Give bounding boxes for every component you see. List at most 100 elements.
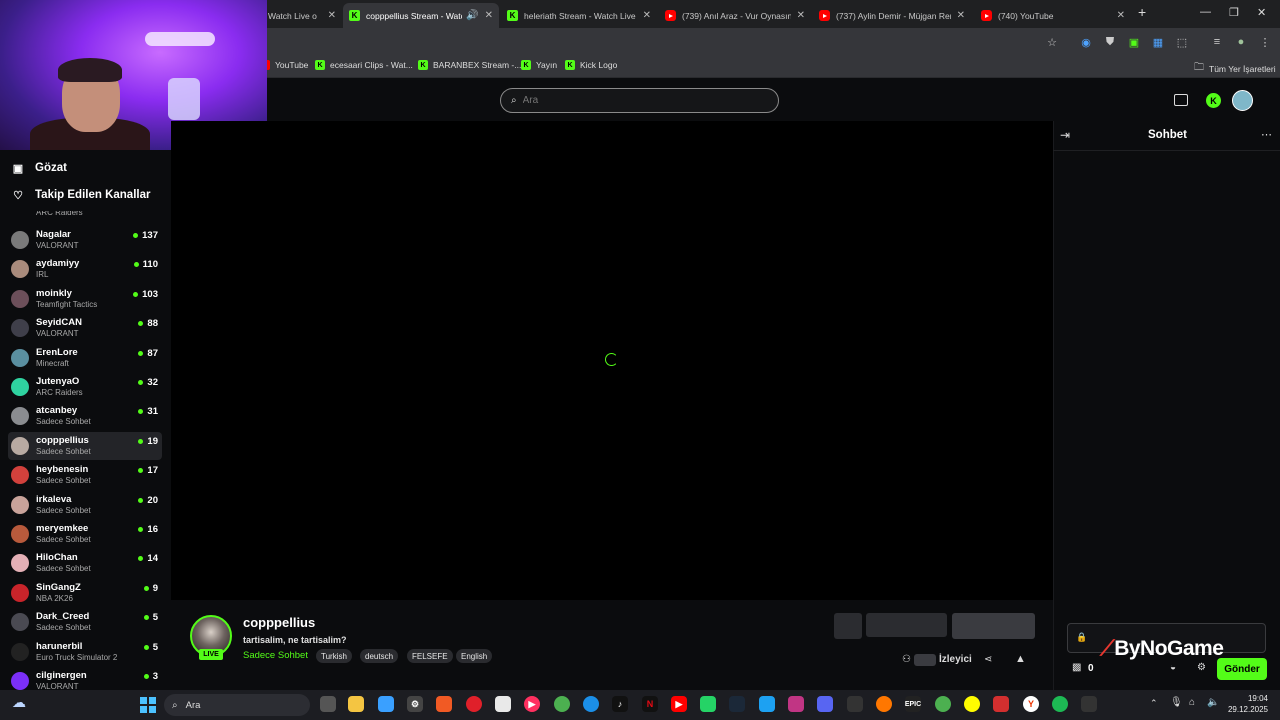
sidebar-channel-item[interactable]: cilginergen VALORANT 3 (8, 667, 162, 695)
kick-points-icon[interactable]: K (1206, 93, 1221, 108)
bookmark-item[interactable]: K ecesaari Clips - Wat... (315, 60, 413, 70)
copilot-icon[interactable] (378, 696, 394, 712)
volume-icon[interactable]: 🔈 (1207, 697, 1219, 708)
microphone-icon[interactable]: 🎙 (1170, 697, 1183, 708)
stream-tag[interactable]: English (456, 649, 493, 663)
close-icon[interactable]: ✕ (643, 10, 651, 21)
instagram-icon[interactable] (788, 696, 804, 712)
report-icon[interactable]: ▲ (1015, 653, 1026, 665)
loading-button-placeholder[interactable] (866, 613, 947, 637)
mcafee-icon[interactable] (993, 696, 1009, 712)
share-icon[interactable]: ⋖ (984, 654, 992, 665)
whatsapp-icon[interactable] (700, 696, 716, 712)
file-explorer-icon[interactable] (348, 696, 364, 712)
netflix-icon[interactable]: N (642, 696, 658, 712)
stream-tag[interactable]: FELSEFE (407, 649, 453, 663)
streamer-name[interactable]: copppellius (243, 615, 315, 630)
close-icon[interactable]: ✕ (797, 10, 805, 21)
chat-menu-icon[interactable]: ⋯ (1261, 128, 1272, 141)
all-bookmarks-button[interactable]: 🗀 Tüm Yer İşaretleri (1194, 60, 1276, 77)
stream-tag[interactable]: Turkish (316, 649, 352, 663)
sidebar-following[interactable]: ♡ Takip Edilen Kanallar (12, 189, 150, 202)
chrome-icon[interactable] (935, 696, 951, 712)
sidebar-channel-item[interactable]: Nagalar VALORANT 137 (8, 226, 162, 254)
youtube-icon[interactable]: ▶ (671, 696, 687, 712)
spotify-icon[interactable] (1052, 696, 1068, 712)
epic-games-icon[interactable]: EPIC (905, 696, 921, 712)
browser-tab[interactable]: (737) Aylin Demir - Müjgan Ren ✕ (813, 3, 971, 28)
emote-icon[interactable]: ◒ (1170, 662, 1176, 673)
sidebar-channel-item[interactable]: JutenyaO ARC Raiders 32 (8, 373, 162, 401)
sidebar-channel-item[interactable]: copppellius Sadece Sohbet 19 (8, 431, 162, 460)
new-tab-button[interactable]: + (1138, 4, 1146, 20)
loading-button-placeholder[interactable] (834, 613, 862, 639)
discord-icon[interactable] (817, 696, 833, 712)
sidebar-browse[interactable]: ▣ Gözat (12, 162, 67, 175)
extension-icon[interactable]: ▣ (1127, 35, 1141, 49)
close-icon[interactable]: ✕ (485, 10, 493, 21)
close-icon[interactable]: ✕ (328, 10, 336, 21)
bookmark-item[interactable]: YouTube (260, 60, 308, 70)
windows-start-icon[interactable] (140, 697, 156, 713)
extension-icon[interactable]: ◉ (1079, 35, 1093, 49)
sidebar-channel-item[interactable]: ErenLore Minecraft 87 (8, 344, 162, 372)
media-player-icon[interactable]: ▶ (524, 696, 540, 712)
gift-icon[interactable]: ▩ (1072, 662, 1081, 673)
close-icon[interactable]: ✕ (957, 10, 965, 21)
sidebar-channel-item[interactable]: HiloChan Sadece Sohbet 14 (8, 549, 162, 577)
chrome-icon[interactable] (554, 696, 570, 712)
extension-icon[interactable]: ▦ (1151, 35, 1165, 49)
shield-icon[interactable]: ⛊ (1103, 35, 1117, 49)
sidebar-channel-item[interactable]: irkaleva Sadece Sohbet 20 (8, 491, 162, 519)
sidebar-channel-item[interactable]: atcanbey Sadece Sohbet 31 (8, 402, 162, 430)
twitter-icon[interactable] (759, 696, 775, 712)
send-button[interactable]: Gönder (1217, 658, 1267, 680)
browser-tab[interactable]: (740) YouTube ✕ (975, 3, 1131, 28)
brave-icon[interactable] (436, 696, 452, 712)
minimize-icon[interactable]: — (1200, 6, 1211, 18)
profile-icon[interactable]: ● (1234, 35, 1248, 49)
tray-chevron-icon[interactable]: ⌃ (1150, 698, 1158, 709)
browser-tab[interactable]: Watch Live o ✕ (262, 3, 342, 28)
store-icon[interactable] (495, 696, 511, 712)
sidebar-channel-item[interactable]: SinGangZ NBA 2K26 9 (8, 579, 162, 607)
search-bar[interactable]: ⌕ (500, 88, 779, 113)
speedtest-icon[interactable] (847, 696, 863, 712)
stream-tag[interactable]: deutsch (360, 649, 399, 663)
sidebar-channel-item[interactable]: harunerbil Euro Truck Simulator 2 5 (8, 638, 162, 666)
browser-tab[interactable]: K heleriath Stream - Watch Live o ✕ (501, 3, 657, 28)
sidebar-channel-item[interactable]: Dark_Creed Sadece Sohbet 5 (8, 608, 162, 636)
soundcloud-icon[interactable] (876, 696, 892, 712)
gift-icon[interactable] (1174, 94, 1188, 106)
bookmark-item[interactable]: K BARANBEX Stream -... (418, 60, 521, 70)
task-view-icon[interactable] (320, 696, 336, 712)
sidebar-channel-item[interactable]: SeyidCAN VALORANT 88 (8, 314, 162, 342)
opera-icon[interactable] (466, 696, 482, 712)
sidebar-channel-item[interactable]: meryemkee Sadece Sohbet 16 (8, 520, 162, 548)
bookmark-star-icon[interactable]: ☆ (1045, 35, 1059, 49)
settings-icon[interactable]: ⚙ (407, 696, 423, 712)
bookmark-item[interactable]: K Kick Logo (565, 60, 617, 70)
window-close-icon[interactable]: ✕ (1257, 6, 1266, 19)
taskbar-search[interactable]: ⌕ Ara (164, 694, 310, 716)
tiktok-icon[interactable]: ♪ (612, 696, 628, 712)
media-icon[interactable]: ≡ (1210, 35, 1224, 49)
edge-icon[interactable] (583, 696, 599, 712)
restore-icon[interactable]: ❐ (1229, 6, 1239, 19)
sidebar-channel-item[interactable]: aydamiyy IRL 110 (8, 255, 162, 283)
user-avatar[interactable] (1232, 90, 1253, 111)
clock[interactable]: 19:04 29.12.2025 (1226, 694, 1268, 714)
sidebar-channel-item[interactable]: moinkly Teamfight Tactics 103 (8, 285, 162, 313)
app-icon[interactable] (1081, 696, 1097, 712)
speaker-icon[interactable]: 🔊 (466, 10, 478, 21)
loading-button-placeholder[interactable] (952, 613, 1035, 639)
close-icon[interactable]: ✕ (1117, 10, 1125, 21)
weather-icon[interactable]: ☁ (12, 694, 26, 711)
bookmark-item[interactable]: K Yayın (521, 60, 557, 70)
settings-icon[interactable]: ⚙ (1197, 662, 1206, 673)
steam-icon[interactable] (729, 696, 745, 712)
yandex-icon[interactable]: Y (1023, 696, 1039, 712)
puzzle-icon[interactable]: ⬚ (1175, 35, 1189, 49)
browser-tab-active[interactable]: K copppellius Stream - Watch 🔊 ✕ (343, 3, 499, 28)
network-icon[interactable]: ⌂ (1189, 697, 1195, 708)
